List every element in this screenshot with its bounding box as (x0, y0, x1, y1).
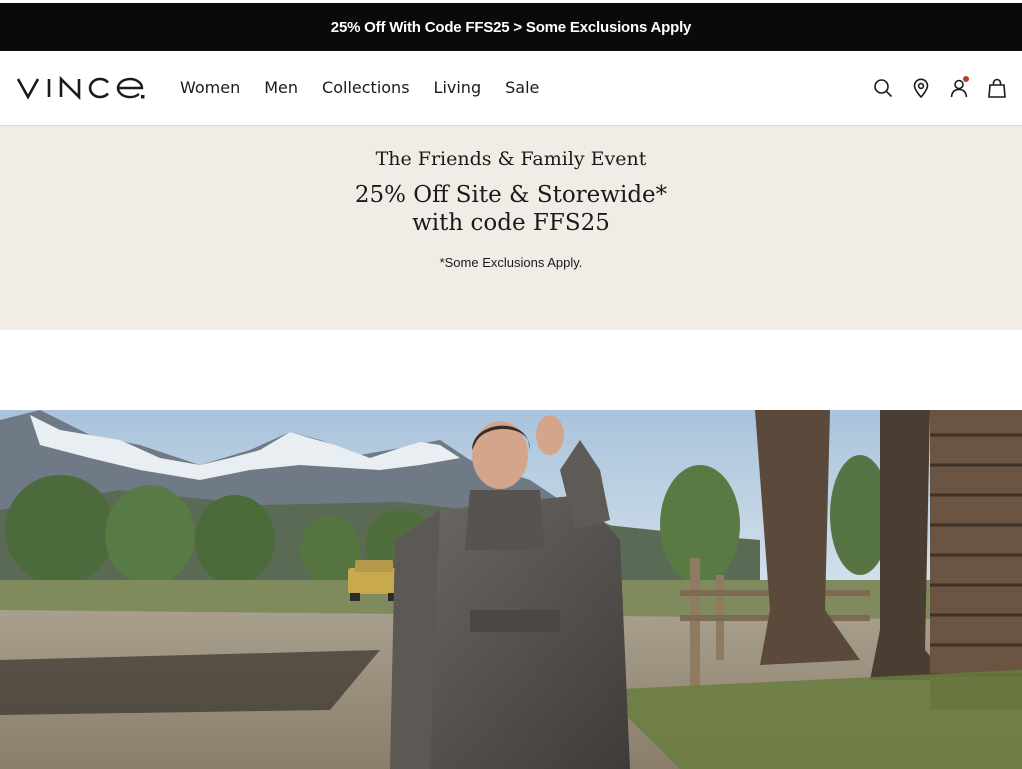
event-title: The Friends & Family Event (375, 148, 647, 170)
nav-women[interactable]: Women (180, 77, 240, 99)
account-notification-badge (963, 76, 969, 82)
nav-living[interactable]: Living (434, 77, 482, 99)
hero-image[interactable] (0, 410, 1022, 769)
event-offer-line-1: 25% Off Site & Storewide* (354, 182, 668, 208)
main-nav: Women Men Collections Living Sale (180, 77, 563, 99)
promo-bar: 25% Off With Code FFS25 > Some Exclusion… (0, 3, 1022, 51)
nav-men[interactable]: Men (264, 77, 298, 99)
account-icon[interactable] (948, 76, 970, 99)
store-locator-icon[interactable] (910, 77, 932, 99)
friends-family-banner[interactable]: The Friends & Family Event 25% Off Site … (0, 126, 1022, 330)
event-offer-line-2: with code FFS25 (412, 210, 610, 236)
bag-icon[interactable] (986, 77, 1008, 99)
header-icons (856, 76, 1008, 99)
nav-sale[interactable]: Sale (505, 77, 539, 99)
event-exclusions-note: *Some Exclusions Apply. (439, 255, 583, 270)
event-offer: 25% Off Site & Storewide* with code FFS2… (0, 181, 1022, 237)
hero-photo-illustration (0, 410, 1022, 769)
search-icon[interactable] (872, 77, 894, 99)
site-header: Women Men Collections Living Sale (0, 51, 1022, 126)
vince-logo[interactable] (16, 73, 146, 103)
nav-collections[interactable]: Collections (322, 77, 409, 99)
promo-link[interactable]: 25% Off With Code FFS25 > Some Exclusion… (331, 19, 692, 36)
